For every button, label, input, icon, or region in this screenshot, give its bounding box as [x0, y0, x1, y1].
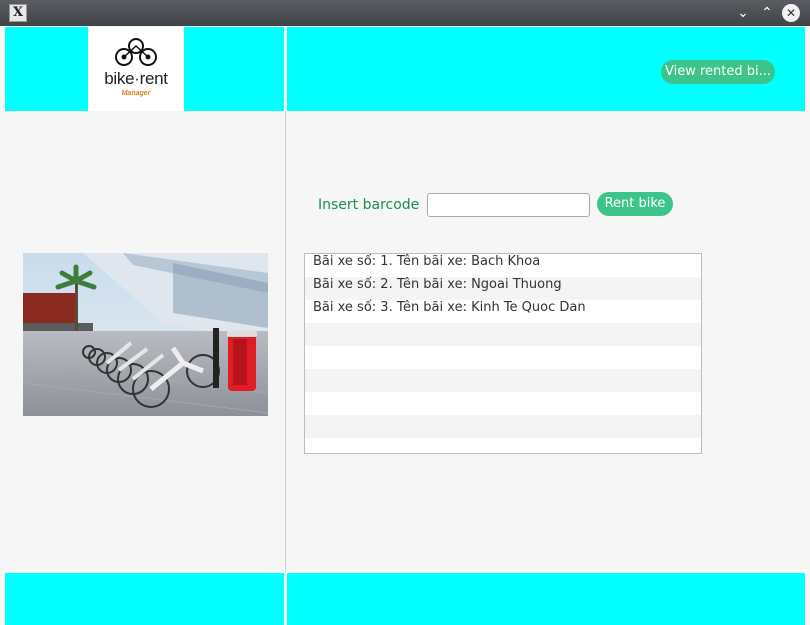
- list-item-empty: [305, 346, 701, 369]
- list-item-empty: [305, 323, 701, 346]
- window-titlebar: X ⌄ ⌃ ✕: [0, 0, 810, 26]
- list-item-empty: [305, 415, 701, 438]
- barcode-input[interactable]: [427, 193, 590, 217]
- view-rented-bike-button[interactable]: View rented bi...: [661, 60, 775, 84]
- app-icon: X: [9, 4, 27, 22]
- list-item[interactable]: Bãi xe số: 3. Tên bãi xe: Kinh Te Quoc D…: [305, 300, 701, 323]
- station-list[interactable]: Bãi xe số: 1. Tên bãi xe: Bach Khoa Bãi …: [304, 253, 702, 454]
- left-footer-panel: [5, 573, 284, 625]
- panel-divider: [285, 111, 286, 573]
- rent-bike-button[interactable]: Rent bike: [597, 192, 673, 216]
- logo-text: bike·rent: [104, 69, 168, 88]
- logo-subtitle: Manager: [121, 90, 151, 97]
- list-item[interactable]: Bãi xe số: 2. Tên bãi xe: Ngoai Thuong: [305, 277, 701, 300]
- list-item[interactable]: Bãi xe số: 1. Tên bãi xe: Bach Khoa: [305, 254, 701, 277]
- bike-rent-logo: bike·rent Manager: [88, 27, 184, 111]
- minimize-button[interactable]: ⌄: [734, 4, 752, 22]
- insert-barcode-label: Insert barcode: [318, 197, 420, 213]
- list-item-empty: [305, 438, 701, 453]
- close-button[interactable]: ✕: [782, 4, 800, 22]
- bike-station-photo: [23, 253, 268, 416]
- maximize-button[interactable]: ⌃: [758, 4, 776, 22]
- list-item-empty: [305, 392, 701, 415]
- list-item-empty: [305, 369, 701, 392]
- right-footer-panel: [287, 573, 805, 625]
